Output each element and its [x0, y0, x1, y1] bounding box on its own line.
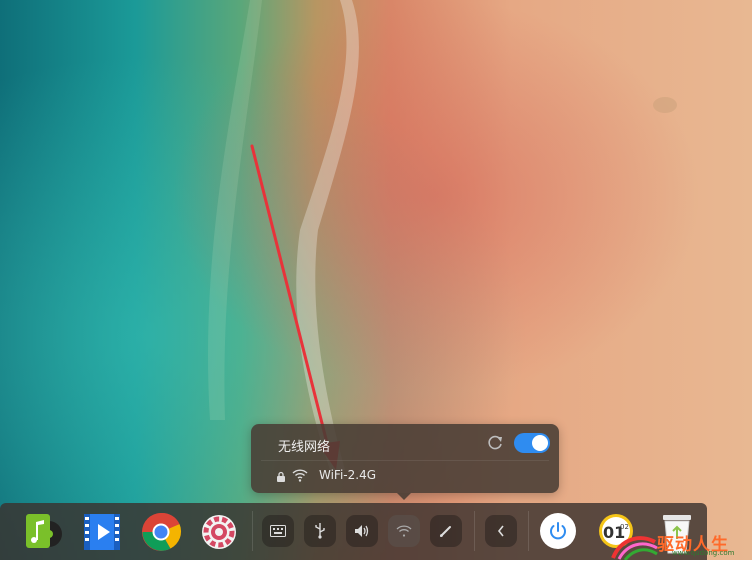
video-app-icon[interactable]	[80, 510, 124, 554]
wifi-toggle-knob	[532, 435, 548, 451]
wifi-popup-title: 无线网络	[278, 440, 331, 455]
network-tray-button[interactable]	[388, 515, 420, 547]
music-app-icon[interactable]	[23, 510, 67, 554]
wifi-signal-icon	[292, 469, 308, 482]
dock: 01 02	[0, 503, 707, 560]
refresh-icon[interactable]	[486, 434, 504, 452]
wifi-icon	[396, 525, 412, 537]
wifi-toggle[interactable]	[514, 433, 550, 453]
collapse-tray-button[interactable]	[485, 515, 517, 547]
volume-tray-button[interactable]	[346, 515, 378, 547]
network-item-wifi-2-4g[interactable]: WiFi-2.4G	[319, 468, 376, 482]
pen-tray-button[interactable]	[430, 515, 462, 547]
wifi-popup: 无线网络 WiFi-2.4G	[251, 424, 559, 500]
power-button[interactable]	[540, 513, 576, 549]
speaker-icon	[355, 525, 369, 537]
power-icon	[550, 522, 566, 540]
lock-icon	[277, 471, 285, 482]
dock-separator	[474, 511, 475, 551]
chrome-icon[interactable]	[139, 510, 183, 554]
pen-icon	[440, 526, 451, 537]
usb-tray-button[interactable]	[304, 515, 336, 547]
dock-separator	[252, 511, 253, 551]
watermark-url: www.qudong.com	[672, 549, 735, 557]
dock-separator	[528, 511, 529, 551]
chevron-left-icon	[497, 525, 504, 537]
gear-icon[interactable]	[197, 510, 241, 554]
popup-divider	[261, 460, 549, 461]
keyboard-tray-button[interactable]	[262, 515, 294, 547]
keyboard-icon	[270, 525, 286, 537]
usb-icon	[315, 523, 325, 539]
